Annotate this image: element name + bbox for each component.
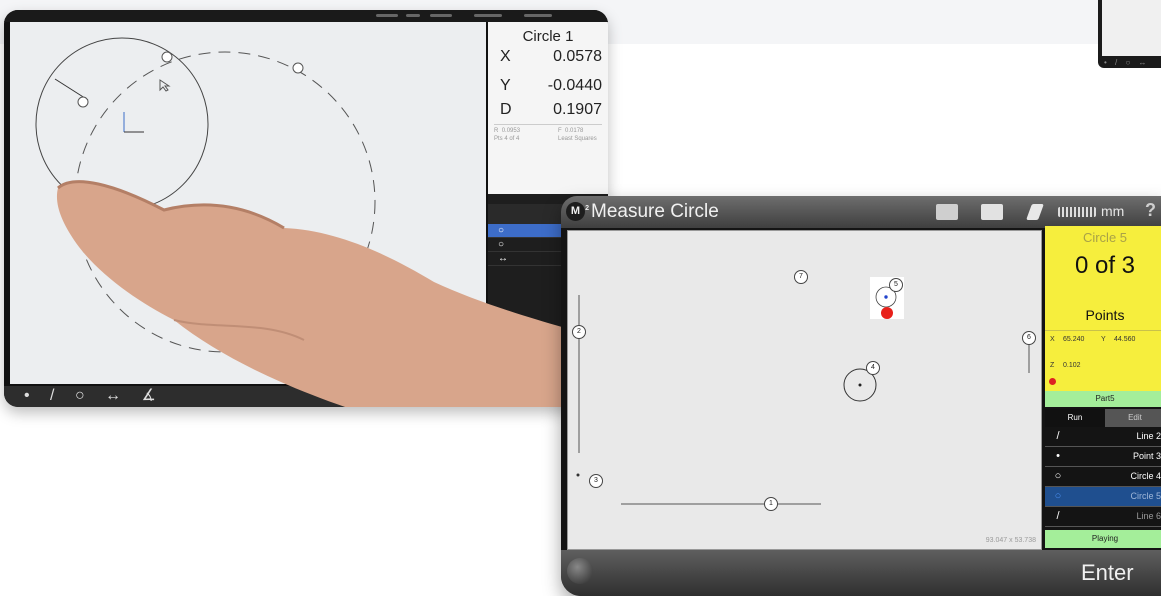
points-label: Points	[1085, 307, 1125, 323]
app-logo-icon: M2	[566, 202, 589, 221]
point-count: 0 of 3	[1074, 252, 1136, 279]
readout-small-r: R 0.0953	[494, 128, 521, 134]
z-coordinate-value: 0.102	[1063, 362, 1081, 369]
part-name[interactable]: Part5	[1045, 391, 1161, 407]
point-number-4[interactable]: 4	[866, 361, 880, 375]
readout-row-x: X 0.0578	[500, 48, 602, 65]
circle-icon: ○	[1054, 470, 1062, 482]
readout-small-points: Pts 4 of 4	[494, 136, 520, 142]
record-indicator-icon	[1049, 378, 1056, 385]
point-number-1[interactable]: 1	[764, 497, 778, 511]
unit-label[interactable]: mm	[1101, 203, 1124, 219]
step-item-circle-5[interactable]: ○ Circle 5	[1045, 487, 1161, 507]
hand-image	[57, 180, 608, 407]
line-icon: /	[1056, 430, 1060, 442]
readout-small-method: Least Squares	[558, 136, 597, 142]
photo-top-bar	[4, 10, 608, 22]
enter-button[interactable]: Enter	[1081, 560, 1134, 586]
point-icon: •	[1056, 450, 1060, 462]
point-number-5[interactable]: 5	[889, 278, 903, 292]
readout-title: Circle 1	[522, 28, 574, 45]
tab-edit[interactable]: Edit	[1105, 409, 1161, 427]
measure-app-window: M2 Measure Circle mm ? 7 5 2 6 4 3 1 93.…	[561, 196, 1161, 596]
probe-icon[interactable]	[1026, 204, 1044, 220]
feature-name: Circle 5	[1082, 230, 1128, 245]
app-bottom-bar: Enter	[561, 550, 1161, 596]
readout-small-f: F 0.0178	[558, 128, 584, 134]
page-title: Measure Circle	[591, 201, 719, 222]
point-number-6[interactable]: 6	[1022, 331, 1036, 345]
measurement-canvas[interactable]: 7 5 2 6 4 3 1 93.047 x 53.738	[567, 230, 1042, 550]
thumbnail-toolbar-icons: • / ○ ↔	[1104, 58, 1150, 67]
canvas-size-readout: 93.047 x 53.738	[985, 537, 1036, 544]
app-title-bar: M2 Measure Circle mm ?	[561, 196, 1161, 228]
readout-row-d: D 0.1907	[500, 101, 602, 118]
step-item-circle-4[interactable]: ○ Circle 4	[1045, 467, 1161, 487]
probe-knob-icon[interactable]	[567, 558, 593, 584]
x-coordinate-label: X	[1050, 336, 1055, 343]
y-coordinate-value: 44.560	[1114, 336, 1136, 343]
step-item-point-3[interactable]: • Point 3	[1045, 447, 1161, 467]
step-item-line-2[interactable]: / Line 2	[1045, 427, 1161, 447]
x-coordinate-value: 65.240	[1063, 336, 1085, 343]
keypad-icon[interactable]	[936, 204, 958, 220]
status-badge: Playing	[1045, 530, 1161, 548]
step-item-line-6[interactable]: / Line 6	[1045, 507, 1161, 527]
help-button[interactable]: ?	[1145, 200, 1156, 221]
window-icon[interactable]	[981, 204, 1003, 220]
y-coordinate-label: Y	[1101, 336, 1106, 343]
tab-run[interactable]: Run	[1045, 409, 1105, 427]
ruler-icon[interactable]	[1058, 207, 1096, 217]
z-coordinate-label: Z	[1050, 362, 1055, 369]
photo-readout-panel: Circle 1 X 0.0578 Y -0.0440 D 0.1907 R 0…	[488, 22, 608, 194]
point-number-2[interactable]: 2	[572, 325, 586, 339]
feature-info-panel: Circle 5 0 of 3 Points X 65.240 Y 44.560…	[1045, 226, 1161, 391]
circle-icon: ○	[1054, 490, 1062, 502]
corner-thumbnail: • / ○ ↔	[1098, 0, 1161, 68]
readout-row-y: Y -0.0440	[500, 77, 602, 94]
point-number-7[interactable]: 7	[794, 270, 808, 284]
point-number-3[interactable]: 3	[589, 474, 603, 488]
touchscreen-photo: Circle 1 X 0.0578 Y -0.0440 D 0.1907 R 0…	[4, 10, 608, 407]
program-step-list: / Line 2 • Point 3 ○ Circle 4 ○ Circle 5 /Li…	[1045, 427, 1161, 530]
line-icon: /	[1056, 510, 1060, 522]
run-edit-tabs: Run Edit	[1045, 409, 1161, 427]
